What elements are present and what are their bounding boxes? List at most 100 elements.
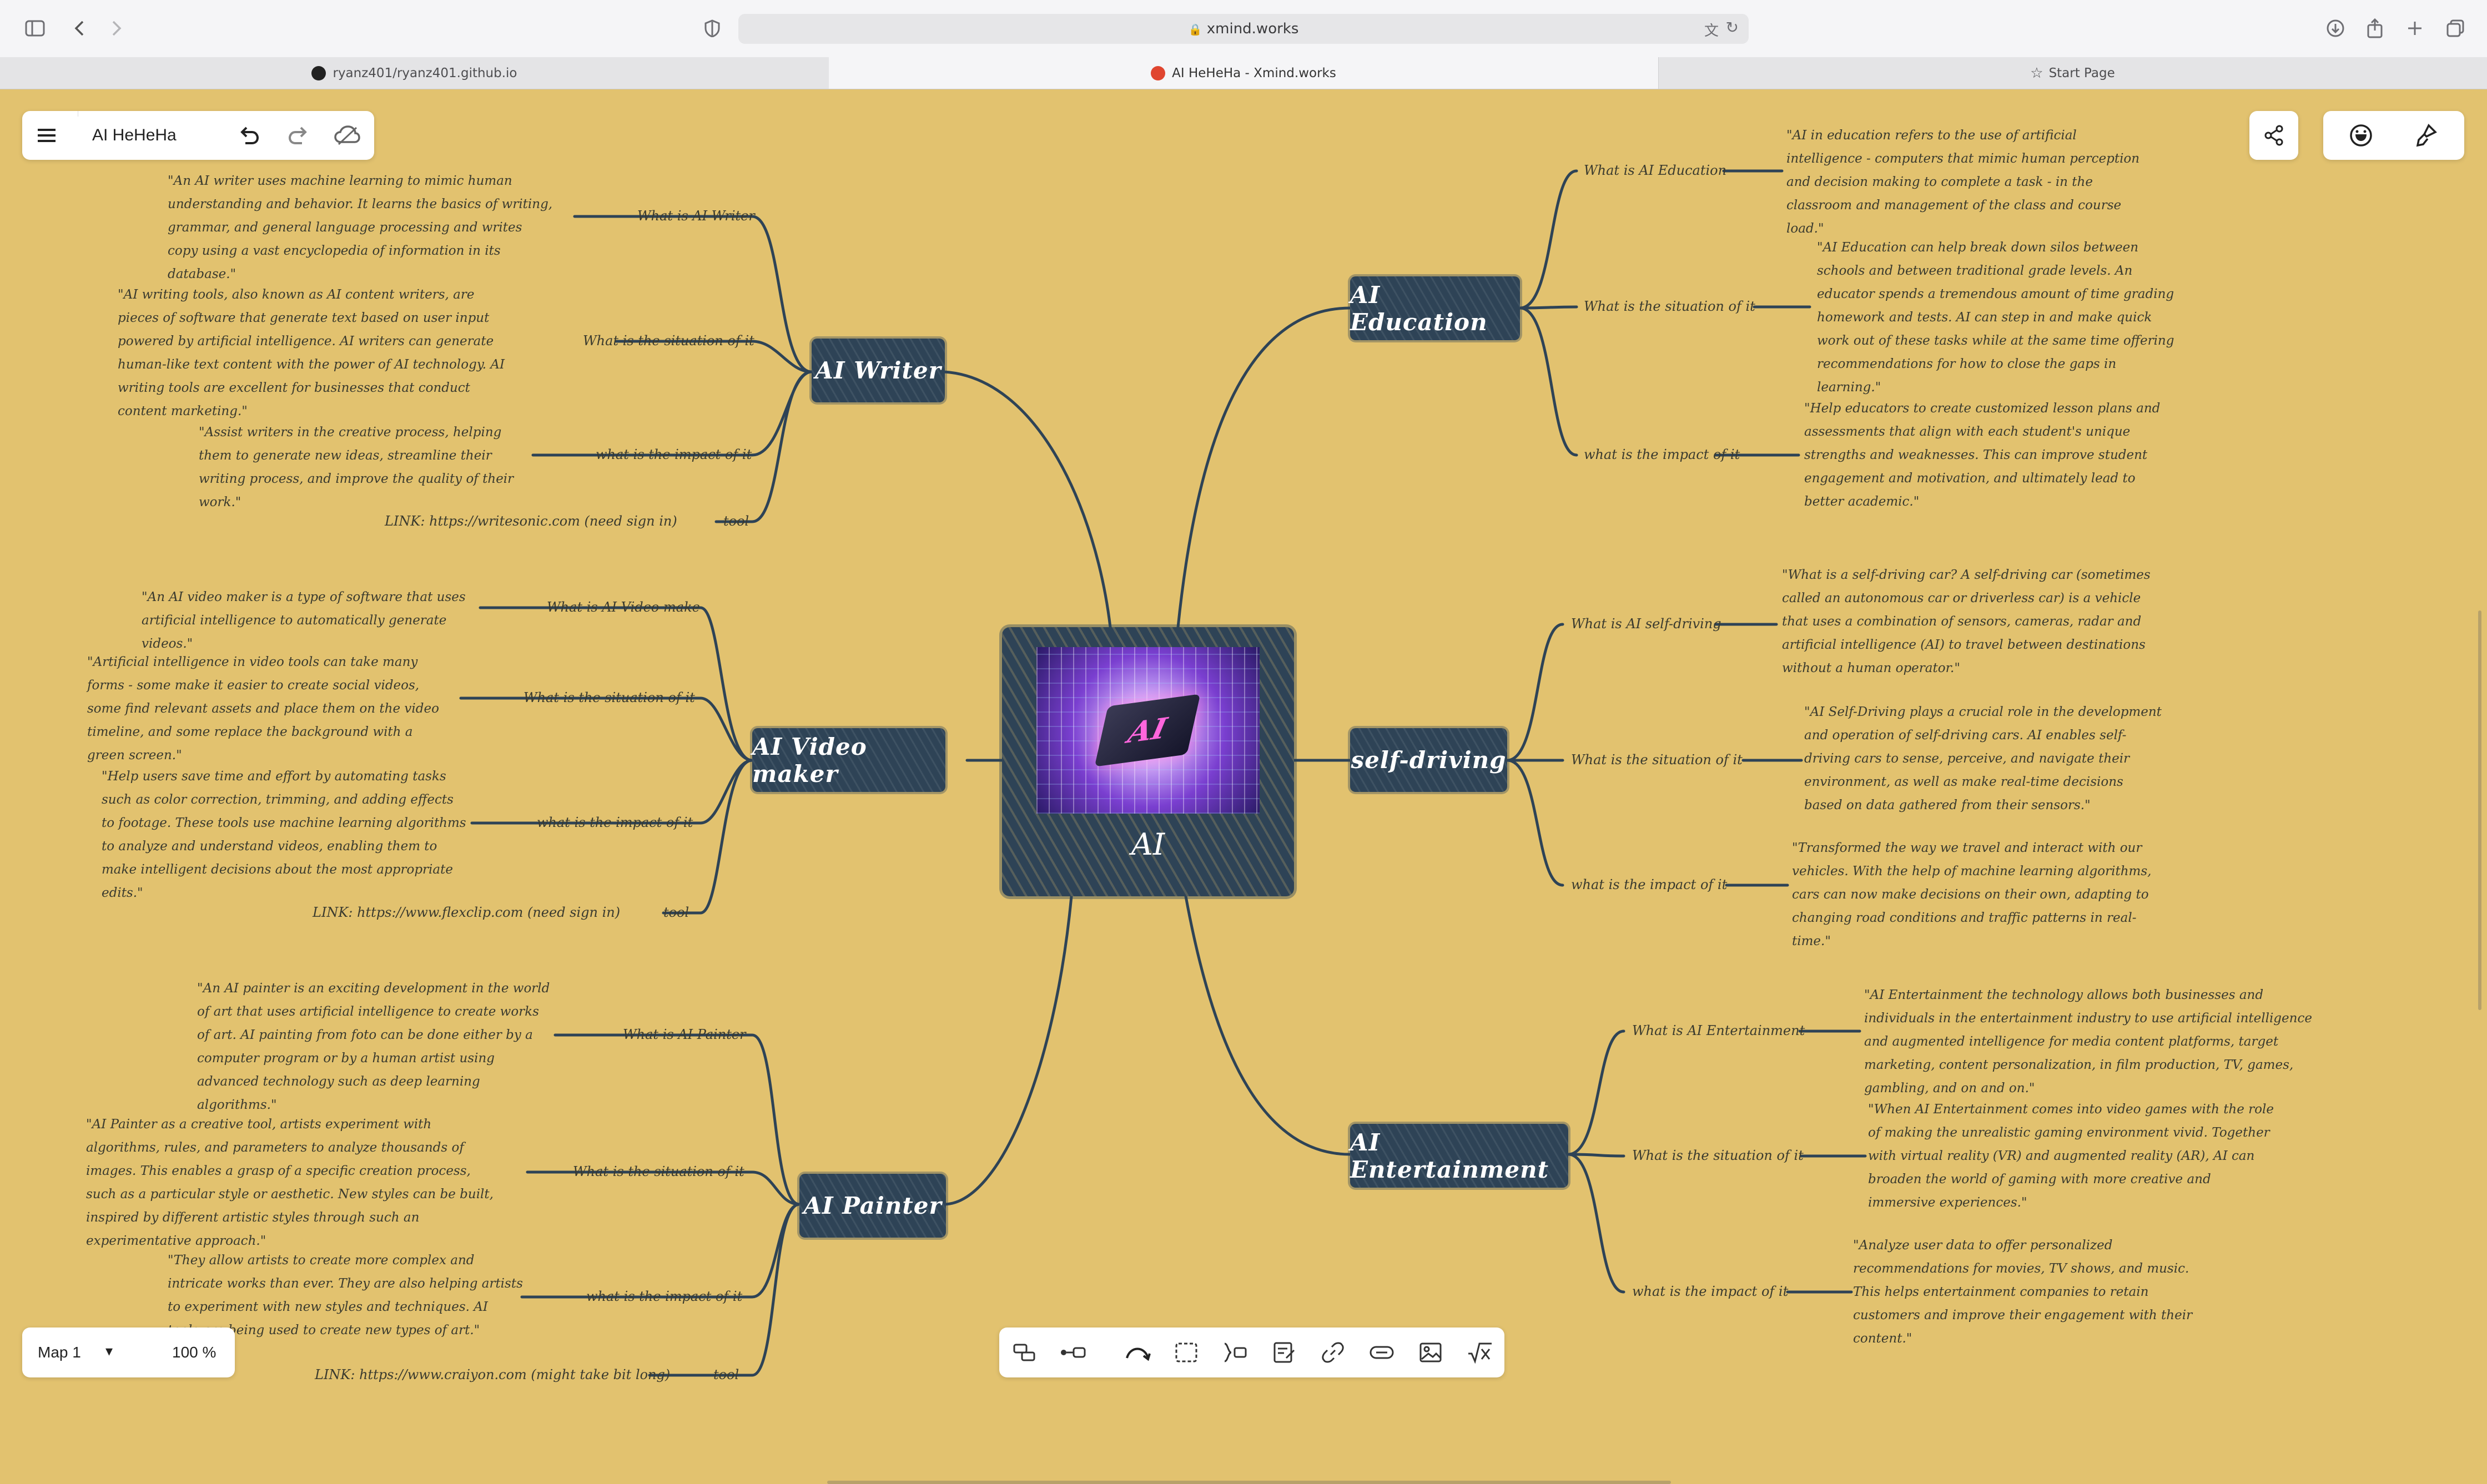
- subtopic-label[interactable]: tool: [713, 1367, 739, 1382]
- subtopic-label[interactable]: What is the situation of it: [583, 333, 754, 349]
- image-icon[interactable]: [1416, 1337, 1446, 1367]
- subtopic-description[interactable]: "What is a self-driving car? A self-driv…: [1782, 563, 2159, 680]
- subtopic-label[interactable]: what is the impact of it: [1584, 447, 1740, 462]
- tab-label: Start Page: [2048, 65, 2115, 80]
- github-icon: [311, 65, 326, 80]
- subtopic-label[interactable]: what is the impact of it: [586, 1289, 742, 1304]
- summary-icon[interactable]: [1220, 1337, 1250, 1367]
- label-icon[interactable]: [1367, 1337, 1397, 1367]
- central-topic-ai[interactable]: AI AI: [1002, 627, 1294, 896]
- xmind-icon: [1151, 65, 1166, 80]
- cloud-icon[interactable]: [333, 123, 361, 148]
- ai-chip-image: AI: [1036, 647, 1260, 814]
- chevron-left-icon[interactable]: [66, 14, 93, 42]
- branch-self-driving[interactable]: self-driving: [1350, 728, 1507, 792]
- shield-icon[interactable]: [698, 14, 726, 42]
- subtopic-label[interactable]: What is AI Painter: [623, 1027, 746, 1042]
- subtopic-description[interactable]: "Help educators to create customized les…: [1804, 397, 2165, 513]
- address-bar[interactable]: 🔒 xmind.works 文 ↻: [738, 14, 1749, 44]
- subtopic-description[interactable]: "AI Painter as a creative tool, artists …: [86, 1113, 497, 1253]
- format-panel: [2323, 111, 2464, 160]
- undo-icon[interactable]: [236, 123, 261, 148]
- download-icon[interactable]: [2322, 14, 2349, 42]
- smiley-icon[interactable]: [2348, 122, 2374, 149]
- mindmap-canvas[interactable]: AI AI AI Writer AI Video maker AI Painte…: [0, 89, 2487, 1484]
- tool-link[interactable]: LINK: https://writesonic.com (need sign …: [385, 513, 677, 529]
- subtopic-description[interactable]: "Transformed the way we travel and inter…: [1792, 836, 2169, 953]
- boundary-icon[interactable]: [1171, 1337, 1201, 1367]
- subtopic-icon[interactable]: [1058, 1337, 1088, 1367]
- sheet-selector[interactable]: Map 1: [38, 1327, 81, 1377]
- equation-icon[interactable]: [1464, 1337, 1494, 1367]
- browser-chrome: 🔒 xmind.works 文 ↻ ryanz401/ryanz401.gith…: [0, 0, 2487, 89]
- subtopic-label[interactable]: tool: [723, 513, 749, 529]
- subtopic-label[interactable]: What is the situation of it: [1632, 1148, 1804, 1163]
- brush-icon[interactable]: [2412, 122, 2439, 149]
- tab-label: ryanz401/ryanz401.github.io: [333, 65, 517, 80]
- branch-ai-painter[interactable]: AI Painter: [799, 1174, 946, 1238]
- subtopic-label[interactable]: tool: [663, 905, 689, 920]
- share-button[interactable]: [2249, 111, 2298, 160]
- document-title[interactable]: AI HeHeHa: [92, 111, 177, 160]
- subtopic-label[interactable]: What is AI Education: [1584, 163, 1726, 178]
- branch-ai-education[interactable]: AI Education: [1350, 276, 1520, 340]
- translate-icon[interactable]: 文: [1704, 19, 1719, 40]
- subtopic-description[interactable]: "Artificial intelligence in video tools …: [87, 650, 454, 767]
- branch-ai-entertainment[interactable]: AI Entertainment: [1350, 1124, 1568, 1188]
- redo-icon[interactable]: [286, 123, 311, 148]
- lock-icon: 🔒: [1188, 23, 1202, 36]
- menu-icon[interactable]: [34, 123, 59, 148]
- subtopic-description[interactable]: "An AI writer uses machine learning to m…: [168, 169, 556, 286]
- subtopic-label[interactable]: what is the impact of it: [596, 447, 752, 462]
- subtopic-description[interactable]: "When AI Entertainment comes into video …: [1868, 1098, 2279, 1214]
- tool-link[interactable]: LINK: https://www.flexclip.com (need sig…: [313, 905, 620, 920]
- tab-xmind[interactable]: AI HeHeHa - Xmind.works: [829, 57, 1659, 89]
- browser-toolbar: 🔒 xmind.works 文 ↻: [0, 0, 2487, 58]
- branch-label: AI Video maker: [752, 733, 867, 788]
- subtopic-label[interactable]: What is the situation of it: [573, 1164, 744, 1179]
- subtopic-description[interactable]: "AI writing tools, also known as AI cont…: [118, 283, 517, 423]
- subtopic-label[interactable]: What is AI Entertainment: [1632, 1023, 1805, 1038]
- url-text: xmind.works: [1206, 21, 1299, 37]
- subtopic-label[interactable]: What is AI Video make: [547, 599, 700, 615]
- subtopic-description[interactable]: "AI Self-Driving plays a crucial role in…: [1804, 700, 2165, 817]
- branch-ai-writer[interactable]: AI Writer: [812, 339, 945, 402]
- subtopic-label[interactable]: What is AI self-driving: [1571, 616, 1721, 632]
- subtopic-label[interactable]: what is the impact of it: [1571, 877, 1727, 892]
- chevron-right-icon[interactable]: [103, 14, 130, 42]
- tab-github[interactable]: ryanz401/ryanz401.github.io: [0, 57, 829, 89]
- tool-link[interactable]: LINK: https://www.craiyon.com (might tak…: [315, 1367, 670, 1382]
- tab-strip: ryanz401/ryanz401.github.io AI HeHeHa - …: [0, 57, 2487, 89]
- branch-ai-video-maker[interactable]: AI Video maker: [752, 728, 945, 792]
- sidebar-icon[interactable]: [21, 14, 49, 42]
- subtopic-label[interactable]: what is the impact of it: [537, 815, 693, 830]
- map-status-panel: Map 1 ▾ 100 %: [22, 1327, 235, 1377]
- subtopic-description[interactable]: "Analyze user data to offer personalized…: [1853, 1234, 2197, 1350]
- subtopic-description[interactable]: "AI in education refers to the use of ar…: [1786, 124, 2147, 240]
- subtopic-description[interactable]: "AI Entertainment the technology allows …: [1864, 983, 2325, 1100]
- branch-label: AI Entertainment: [1350, 1128, 1549, 1183]
- reload-icon[interactable]: ↻: [1726, 18, 1739, 37]
- topic-icon[interactable]: [1009, 1337, 1039, 1367]
- subtopic-description[interactable]: "Assist writers in the creative process,…: [199, 421, 532, 514]
- note-icon[interactable]: [1269, 1337, 1299, 1367]
- subtopic-description[interactable]: "Help users save time and effort by auto…: [102, 765, 468, 905]
- plus-icon[interactable]: [2401, 14, 2429, 42]
- subtopic-label[interactable]: What is the situation of it: [1584, 299, 1755, 314]
- chevron-down-icon[interactable]: ▾: [105, 1343, 113, 1360]
- horizontal-scrollbar[interactable]: [827, 1481, 1671, 1484]
- tab-start-page[interactable]: ☆ Start Page: [1658, 57, 2487, 89]
- subtopic-description[interactable]: "An AI video maker is a type of software…: [142, 585, 491, 655]
- subtopic-label[interactable]: What is the situation of it: [523, 690, 695, 705]
- zoom-level[interactable]: 100 %: [172, 1327, 216, 1377]
- vertical-scrollbar[interactable]: [2478, 610, 2481, 1010]
- subtopic-description[interactable]: "AI Education can help break down silos …: [1817, 236, 2183, 399]
- subtopic-label[interactable]: What is AI Writer: [637, 208, 755, 224]
- subtopic-description[interactable]: "An AI painter is an exciting developmen…: [197, 977, 552, 1117]
- tabs-overview-icon[interactable]: [2441, 14, 2469, 42]
- subtopic-label[interactable]: What is the situation of it: [1571, 752, 1743, 768]
- link-icon[interactable]: [1318, 1337, 1348, 1367]
- relationship-icon[interactable]: [1122, 1337, 1152, 1367]
- subtopic-label[interactable]: what is the impact of it: [1632, 1284, 1788, 1299]
- share-icon[interactable]: [2361, 14, 2389, 42]
